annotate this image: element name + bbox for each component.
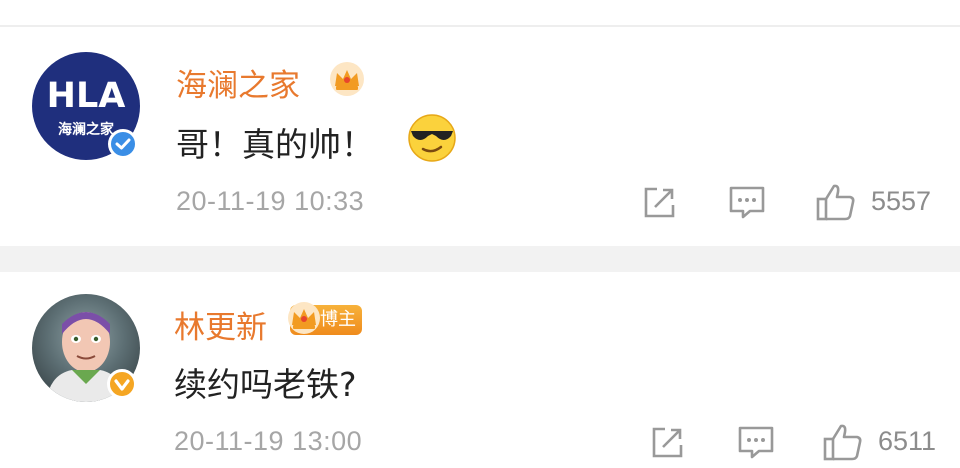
like-icon[interactable]: [815, 181, 857, 223]
badge-label: 博主: [320, 309, 356, 330]
crown-icon: [288, 302, 320, 334]
timestamp: 20-11-19 10:33: [176, 186, 365, 216]
timestamp: 20-11-19 13:00: [174, 426, 363, 456]
crown-icon: [330, 62, 364, 96]
username[interactable]: 林更新: [174, 302, 267, 347]
verified-icon: [107, 369, 137, 399]
section-divider: [0, 246, 960, 272]
share-icon[interactable]: [641, 185, 677, 221]
reply-icon[interactable]: [736, 424, 776, 462]
comment-text: 续约吗老铁?: [174, 365, 357, 404]
like-count: 5557: [871, 186, 932, 216]
reply-icon[interactable]: [727, 184, 767, 222]
username[interactable]: 海澜之家: [176, 60, 300, 105]
verified-icon: [108, 129, 138, 159]
share-icon[interactable]: [649, 425, 685, 461]
comment-text: 哥！真的帅！: [176, 125, 374, 164]
comment-item: HLA 海澜之家 海澜之家 哥！真的帅！ 20-11-19 10:33 5557: [0, 0, 960, 246]
comment-list: HLA 海澜之家 海澜之家 哥！真的帅！ 20-11-19 10:33 5557…: [0, 0, 960, 468]
like-count: 6511: [878, 426, 937, 456]
avatar-logo-text: HLA: [46, 76, 126, 116]
comment-item: 林更新 博主 续约吗老铁? 20-11-19 13:00 6511: [0, 272, 960, 468]
like-icon[interactable]: [822, 421, 864, 463]
cool-sunglasses-emoji: [408, 114, 456, 162]
